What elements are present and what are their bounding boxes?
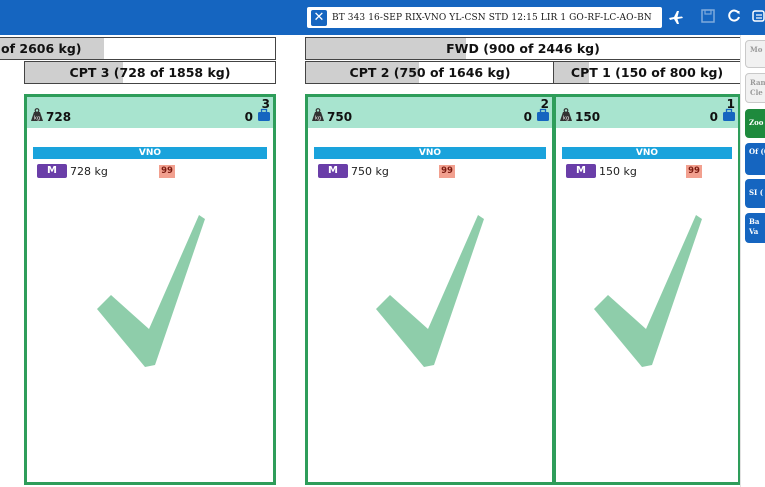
bag-count: 0 bbox=[709, 110, 718, 124]
weight-icon: kg bbox=[312, 108, 324, 122]
refresh-icon[interactable] bbox=[726, 9, 742, 27]
cpt1-label: CPT 1 (150 of 800 kg) bbox=[570, 65, 724, 80]
uld-type-badge[interactable]: M bbox=[318, 164, 348, 178]
fwd-hold-bar: FWD (900 of 2446 kg) bbox=[305, 37, 741, 60]
save-icon[interactable] bbox=[699, 9, 717, 27]
bag-count: 0 bbox=[523, 110, 532, 124]
compartment-panel-3[interactable]: 3 kg 728 0 VNO M 728 kg 99 bbox=[24, 94, 276, 485]
code-badge: 99 bbox=[159, 165, 175, 178]
weight-icon: kg bbox=[560, 108, 572, 122]
compartment-weight: 750 bbox=[327, 110, 353, 124]
menu-icon[interactable] bbox=[752, 9, 765, 27]
app-root: ✕ BT 343 16-SEP RIX-VNO YL-CSN STD 12:15… bbox=[0, 0, 765, 487]
destination-bar: VNO bbox=[562, 147, 732, 159]
item-weight: 150 kg bbox=[599, 165, 637, 178]
flight-info-text: BT 343 16-SEP RIX-VNO YL-CSN STD 12:15 L… bbox=[332, 12, 652, 23]
check-icon bbox=[594, 215, 702, 367]
cpt3-label: CPT 3 (728 of 1858 kg) bbox=[69, 65, 231, 80]
cpt1-bar: CPT 1 (150 of 800 kg) bbox=[553, 61, 741, 84]
uld-type-badge[interactable]: M bbox=[566, 164, 596, 178]
cpt2-label: CPT 2 (750 of 1646 kg) bbox=[349, 65, 511, 80]
item-weight: 728 kg bbox=[70, 165, 108, 178]
svg-text:kg: kg bbox=[315, 116, 321, 122]
aft-hold-bar: of 2606 kg) bbox=[0, 37, 276, 60]
destination-bar: VNO bbox=[314, 147, 546, 159]
check-icon bbox=[376, 215, 484, 367]
side-button-offload[interactable]: Of (0 bbox=[745, 143, 765, 175]
panel-header: 2 kg 750 0 bbox=[308, 97, 552, 128]
cpt2-bar: CPT 2 (750 of 1646 kg) bbox=[305, 61, 555, 84]
side-button-random-clear[interactable]: Ran Cle bbox=[745, 73, 765, 103]
svg-text:kg: kg bbox=[34, 116, 40, 122]
luggage-icon bbox=[537, 108, 549, 121]
compartment-panel-2[interactable]: 2 kg 750 0 VNO M 750 kg 99 bbox=[305, 94, 555, 485]
panel-header: 3 kg 728 0 bbox=[27, 97, 273, 128]
panel-header: 1 kg 150 0 bbox=[556, 97, 738, 128]
cpt3-bar: CPT 3 (728 of 1858 kg) bbox=[24, 61, 276, 84]
code-badge: 99 bbox=[439, 165, 455, 178]
aft-hold-label: of 2606 kg) bbox=[1, 41, 82, 56]
svg-text:kg: kg bbox=[563, 116, 569, 122]
luggage-icon bbox=[723, 108, 735, 121]
bag-count: 0 bbox=[244, 110, 253, 124]
plane-icon[interactable] bbox=[667, 9, 685, 27]
side-button-mo[interactable]: Mo bbox=[745, 40, 765, 68]
destination-bar: VNO bbox=[33, 147, 267, 159]
luggage-icon bbox=[258, 108, 270, 121]
side-button-zoom[interactable]: Zoo bbox=[745, 109, 765, 138]
side-button-bag-value[interactable]: Ba Va bbox=[745, 213, 765, 243]
close-icon[interactable]: ✕ bbox=[311, 9, 327, 26]
uld-type-badge[interactable]: M bbox=[37, 164, 67, 178]
compartment-panel-1[interactable]: 1 kg 150 0 VNO M 150 kg 99 bbox=[553, 94, 741, 485]
code-badge: 99 bbox=[686, 165, 702, 178]
side-button-si[interactable]: SI ( bbox=[745, 179, 765, 208]
flight-info-box: ✕ BT 343 16-SEP RIX-VNO YL-CSN STD 12:15… bbox=[307, 7, 662, 28]
weight-icon: kg bbox=[31, 108, 43, 122]
item-weight: 750 kg bbox=[351, 165, 389, 178]
compartment-weight: 150 bbox=[575, 110, 601, 124]
check-icon bbox=[97, 215, 205, 367]
fwd-hold-label: FWD (900 of 2446 kg) bbox=[446, 41, 600, 56]
top-bar: ✕ BT 343 16-SEP RIX-VNO YL-CSN STD 12:15… bbox=[0, 0, 765, 35]
compartment-weight: 728 bbox=[46, 110, 72, 124]
